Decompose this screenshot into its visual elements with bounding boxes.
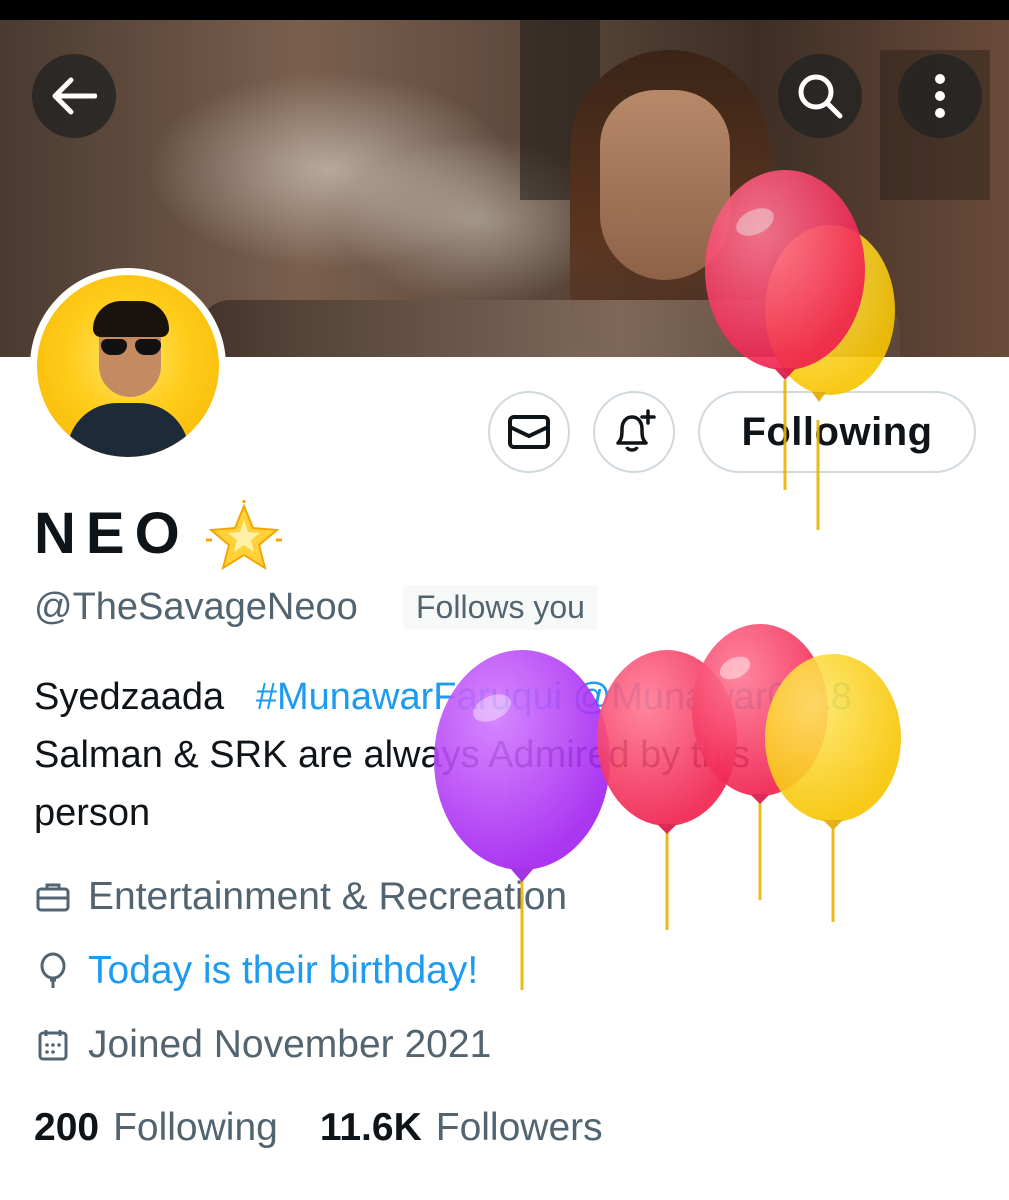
glowing-star-icon [206, 500, 282, 571]
more-vertical-icon [935, 74, 945, 118]
status-bar [0, 0, 1009, 20]
envelope-icon [508, 415, 550, 449]
more-button[interactable] [898, 54, 982, 138]
following-label: Following [113, 1106, 278, 1149]
birthday-link[interactable]: Today is their birthday! [88, 949, 478, 993]
follows-you-badge: Follows you [403, 585, 598, 630]
bio-text: Salman & SRK are always Admired by this [34, 734, 750, 776]
back-button[interactable] [32, 54, 116, 138]
search-icon [798, 74, 843, 119]
follow-stats: 200 Following 11.6K Followers [34, 1106, 645, 1150]
bell-plus-icon [616, 409, 656, 452]
banner-figure-arm [200, 300, 900, 357]
balloon-icon [34, 952, 72, 990]
join-date-row: Joined November 2021 [34, 1020, 491, 1070]
followers-count: 11.6K [319, 1106, 422, 1149]
bio-text: person [34, 792, 151, 834]
followers-label: Followers [435, 1106, 603, 1149]
profile-category: Entertainment & Recreation [34, 872, 567, 922]
briefcase-icon [34, 878, 72, 916]
following-count-link[interactable]: 200 Following [34, 1106, 278, 1150]
join-date-label: Joined November 2021 [88, 1023, 492, 1066]
bio: Syedzaada #MunawarFaruqui @Munawar0018 S… [34, 668, 984, 842]
birthday-row[interactable]: Today is their birthday! [34, 946, 478, 996]
arrow-left-icon [52, 77, 97, 115]
notifications-button[interactable] [593, 391, 675, 473]
banner-figure-face [600, 90, 730, 280]
bio-mention-link[interactable]: @Munawar0018 [573, 676, 852, 718]
avatar[interactable] [37, 275, 219, 457]
avatar-frame[interactable] [30, 268, 226, 464]
following-count: 200 [34, 1106, 100, 1149]
username-handle: @TheSavageNeoo [34, 586, 358, 628]
following-button-label: Following [741, 409, 933, 454]
followers-count-link[interactable]: 11.6K Followers [320, 1106, 603, 1150]
message-button[interactable] [488, 391, 570, 473]
category-label: Entertainment & Recreation [88, 875, 568, 918]
bio-hashtag-link[interactable]: #MunawarFaruqui [256, 676, 562, 718]
following-button[interactable]: Following [698, 391, 976, 473]
bio-text: Syedzaada [34, 676, 225, 718]
display-name: NEO [34, 501, 190, 566]
search-button[interactable] [778, 54, 862, 138]
calendar-icon [34, 1026, 72, 1064]
